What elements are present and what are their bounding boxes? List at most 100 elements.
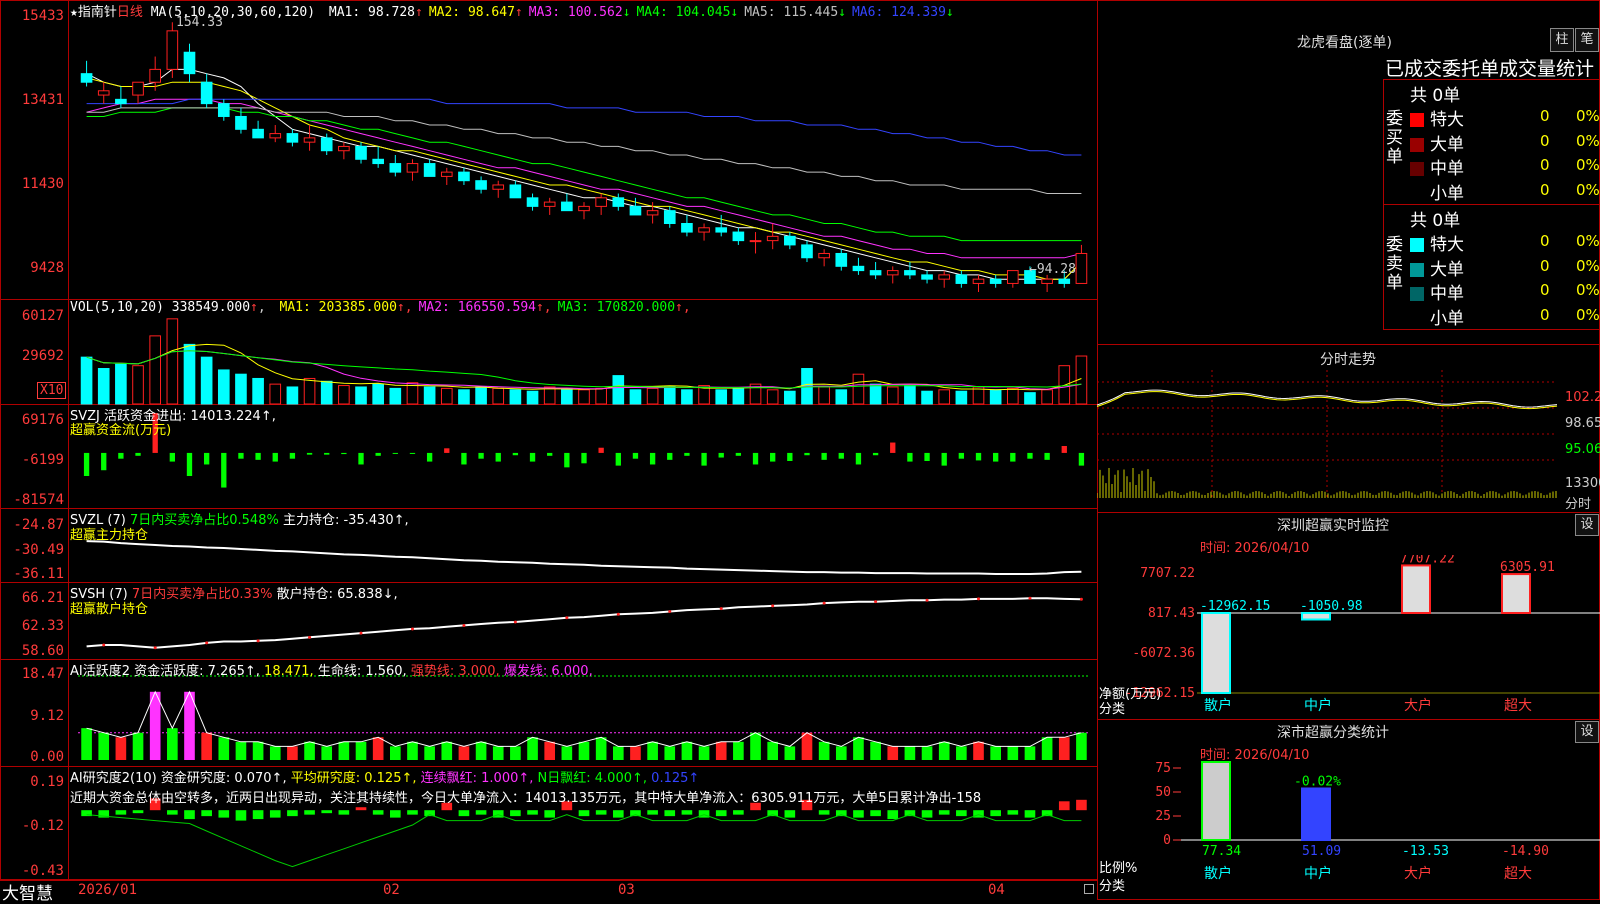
period-label[interactable]: 日线 — [117, 5, 143, 20]
activity-bar — [287, 746, 298, 760]
monitor-ytick: 817.43 — [1148, 606, 1195, 621]
monitor-ytick: -6072.36 — [1132, 646, 1195, 661]
monitor-settings-button[interactable]: 设 — [1575, 514, 1599, 536]
vol-unit[interactable]: X10 — [37, 382, 67, 399]
candle-body — [303, 137, 316, 143]
flow-bar — [547, 452, 553, 456]
order-row-name: 中单 — [1430, 284, 1464, 304]
color-swatch — [1410, 238, 1424, 252]
sell-total: 共 0单 — [1410, 211, 1461, 231]
volume-bar — [612, 375, 625, 405]
activity-bar — [355, 741, 367, 760]
volume-bar — [989, 389, 1002, 405]
monitor-category: 大户 — [1404, 697, 1432, 714]
candle-body — [1075, 252, 1088, 284]
flow-bar — [238, 452, 244, 459]
volume-bar — [338, 385, 350, 405]
activity-bar — [1007, 746, 1019, 760]
research-bar — [355, 807, 367, 811]
volume-bar — [715, 389, 728, 405]
activity-bar — [887, 746, 899, 760]
date-tick: 04 — [988, 882, 1005, 898]
indicator-charts — [78, 22, 1090, 868]
volume-bar — [1041, 389, 1053, 405]
order-row: 中单 — [1410, 279, 1464, 304]
stroke-mode-button[interactable]: 笔 — [1575, 28, 1599, 52]
flow-bar — [478, 452, 484, 459]
order-row-count: 0 — [1540, 305, 1550, 324]
lock-icon[interactable] — [1084, 884, 1094, 894]
candle-body — [749, 240, 762, 243]
star-icon[interactable]: ★ — [70, 5, 78, 20]
vol-ma-2: MA2: 166550.594 — [418, 300, 536, 315]
volume-bar — [1024, 392, 1036, 405]
stats-value: 51.09 — [1302, 844, 1341, 859]
candle-body — [406, 163, 419, 173]
monitor-category: 散户 — [1204, 697, 1232, 714]
svsh-ytick: 66.21 — [21, 590, 64, 606]
activity-bar — [956, 746, 967, 760]
flow-bar — [907, 452, 913, 462]
candle-body — [526, 197, 539, 207]
svsh-ytick: 58.60 — [21, 643, 64, 659]
monitor-ytick: 7707.22 — [1140, 566, 1195, 581]
research-bar — [269, 810, 281, 818]
candle-body — [1058, 278, 1071, 284]
order-row-pct: 0% — [1576, 256, 1600, 275]
activity-bar — [424, 746, 435, 760]
logo[interactable]: 大智慧 — [2, 879, 53, 904]
high-label: 154.33 — [176, 15, 223, 30]
monitor-bar-value: 6305.91 — [1500, 560, 1555, 575]
ai2-ytick: -0.12 — [21, 818, 64, 834]
volume-bar — [869, 383, 882, 405]
fenshi-title: 分时走势 — [1320, 352, 1376, 368]
candle-body — [612, 197, 625, 207]
flow-bar — [272, 452, 278, 462]
candle-body — [372, 158, 384, 165]
holding-dot — [153, 646, 157, 650]
kline-ytick: 11430 — [21, 176, 64, 192]
holding-dot — [565, 616, 569, 620]
holding-dot — [719, 607, 723, 611]
svzj-ytick: -81574 — [13, 492, 64, 508]
activity-bar — [81, 728, 92, 760]
monitor-bar-value: -1050.98 — [1300, 599, 1363, 614]
order-row: 特大 — [1410, 230, 1464, 255]
flow-bar — [186, 452, 193, 477]
holding-dot — [1028, 596, 1032, 600]
stats-cat-label: 分类 — [1099, 879, 1126, 894]
bar-mode-button[interactable]: 柱 — [1550, 28, 1574, 52]
volume-bar — [183, 343, 196, 405]
holding-dot — [874, 600, 878, 604]
order-row: 中单 — [1410, 154, 1464, 179]
color-swatch — [1410, 162, 1424, 176]
sell-label: 委卖单 — [1386, 235, 1403, 293]
activity-bar — [595, 737, 607, 760]
stats-settings-button[interactable]: 设 — [1575, 721, 1599, 743]
candle-body — [355, 145, 367, 160]
flow-bar — [392, 452, 398, 454]
stats-ytick: 0 — [1163, 833, 1171, 848]
activity-bar — [184, 691, 195, 760]
ma-arrow: ↑ — [414, 5, 423, 20]
activity-bar — [835, 746, 847, 760]
stats-category: 超大 — [1504, 866, 1532, 882]
flow-bar — [752, 452, 759, 465]
ai1-ytick: 9.12 — [30, 708, 64, 724]
candle-body — [492, 184, 505, 190]
activity-bar — [252, 741, 264, 760]
flow-bar — [375, 452, 381, 456]
fenshi-tick: 102.2 — [1565, 390, 1600, 405]
flow-bar — [306, 452, 313, 455]
candle-body — [200, 81, 213, 105]
color-swatch — [1410, 311, 1424, 326]
ai1-header: AI活跃度2 资金活跃度: 7.265↑, 18.471, 生命线: 1.560… — [70, 664, 593, 679]
research-bar — [492, 810, 504, 818]
candle-body — [578, 205, 590, 212]
order-row-name: 大单 — [1430, 259, 1464, 280]
activity-bar — [1058, 737, 1070, 760]
candle-body — [646, 210, 659, 216]
candle-body — [886, 270, 899, 276]
flow-bar — [924, 452, 930, 462]
order-row-count: 0 — [1540, 131, 1550, 150]
